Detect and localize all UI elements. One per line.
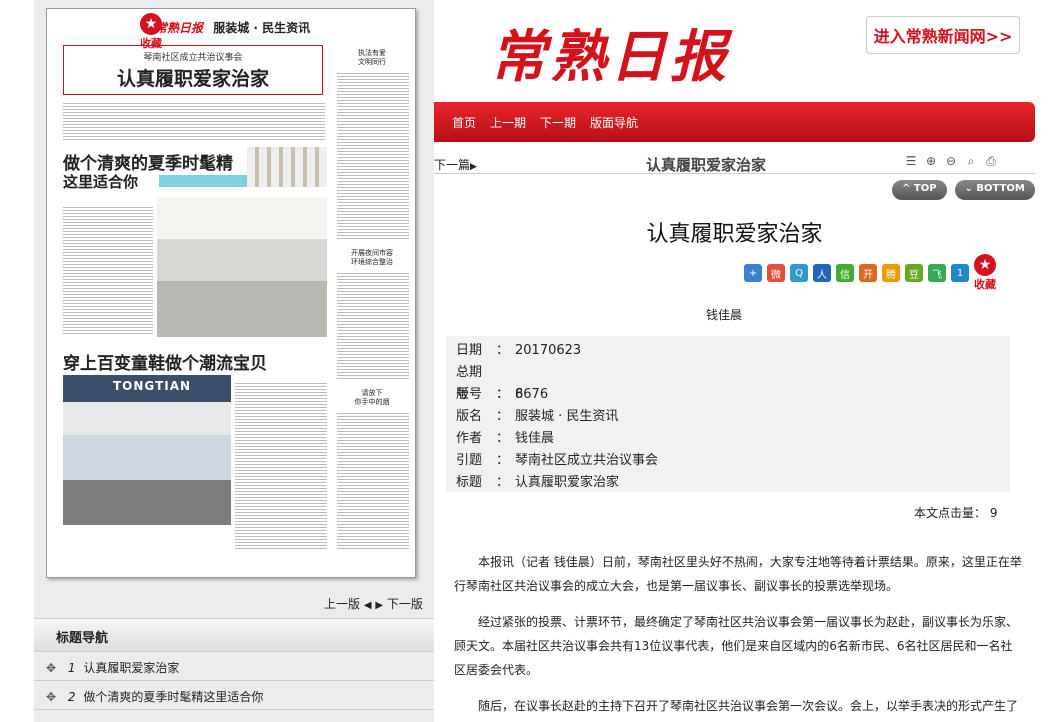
star-icon: ★ [974, 254, 996, 276]
favorite-label: 收藏 [974, 278, 996, 291]
qzone-icon[interactable]: Q [790, 264, 808, 282]
prev-arrow-icon[interactable]: ◀ [364, 600, 372, 611]
wechat-icon[interactable]: 信 [836, 264, 854, 282]
toc-item-num: 2 [67, 690, 76, 704]
zoom-in-icon[interactable]: ⊕ [924, 154, 938, 168]
meta-row: 版名：服装城 · 民生资讯 [456, 409, 619, 424]
tencent-icon[interactable]: 腾 [882, 264, 900, 282]
douban-icon[interactable]: 豆 [905, 264, 923, 282]
weibo-icon[interactable]: 微 [767, 264, 785, 282]
toc-item[interactable]: ✥ 1 认真履职爱家治家 [34, 652, 434, 681]
toc-item[interactable]: ✥ 2 做个清爽的夏季时髦精这里适合你 [34, 681, 434, 710]
side-text-block-2 [337, 271, 409, 381]
article-paragraph: 随后，在议事长赵赴的主持下召开了琴南社区共治议事会第一次会议。会上，以举手表决的… [478, 699, 1019, 713]
diamond-icon: ✥ [46, 661, 57, 675]
shoe-store-photo [63, 375, 231, 525]
share-bar: + 微 Q 人 信 开 腾 豆 飞 1 [744, 264, 969, 282]
headline-box[interactable]: 琴南社区成立共治议事会 认真履职爱家治家 [63, 45, 323, 95]
toc-item-title[interactable]: 做个清爽的夏季时髦精这里适合你 [83, 690, 263, 704]
article-title: 认真履职爱家治家 [646, 222, 823, 247]
side-title-2: 开展夜间市容 环境综合整治 [351, 249, 393, 266]
bottom-button[interactable]: ⌄ BOTTOM [954, 180, 1035, 200]
diamond-icon: ✥ [46, 690, 57, 704]
section-title-2[interactable]: 穿上百变童鞋做个潮流宝贝 [63, 349, 267, 374]
nav-home[interactable]: 首页 [452, 114, 476, 131]
section-text-1 [63, 205, 153, 335]
print-icon[interactable]: ⎙ [984, 154, 998, 168]
toc-item-num: 1 [67, 661, 76, 675]
title-navigation: 标题导航 ✥ 1 认真履职爱家治家 ✥ 2 做个清爽的夏季时髦精这里适合你 [34, 618, 434, 710]
side-text-block-1 [337, 71, 409, 241]
top-button[interactable]: ^ TOP [892, 180, 947, 200]
meta-row: 总期号： 8676 [456, 365, 549, 402]
brand-logo[interactable]: 常熟日报 [490, 12, 730, 93]
store-photo [157, 197, 327, 337]
search-icon[interactable]: ⌕ [964, 154, 978, 168]
kaixin-icon[interactable]: 开 [859, 264, 877, 282]
nav-next-issue[interactable]: 下一期 [540, 114, 576, 131]
meta-row: 引题：琴南社区成立共治议事会 [456, 453, 659, 468]
article-author: 钱佳晨 [706, 308, 743, 322]
toc-item-title[interactable]: 认真履职爱家治家 [83, 661, 179, 675]
site-header: 常熟日报 进入常熟新闻网>> [434, 0, 1035, 102]
left-panel: ★ 收藏 常熟日报 服装城 · 民生资讯 琴南社区成立共治议事会 认真履职爱家治… [34, 0, 434, 722]
toc-header: 标题导航 [34, 618, 434, 652]
enter-news-site-button[interactable]: 进入常熟新闻网>> [866, 16, 1020, 54]
article-toolbar: 下一篇▶ 认真履职爱家治家 ☰ ⊕ ⊖ ⌕ ⎙ [434, 152, 1035, 174]
scroll-buttons: ^ TOP ⌄ BOTTOM [892, 180, 1035, 200]
article-meta: 日期： 20170623 总期号： 8676 版号： 6 版名：服装城 · 民生资讯 … [446, 336, 1010, 492]
masthead-logo: 常熟日报 [155, 21, 204, 35]
prev-page-link[interactable]: 上一版 [324, 597, 360, 611]
headline-main: 认真履职爱家治家 [116, 68, 269, 90]
newspaper-page-thumbnail[interactable]: ★ 收藏 常熟日报 服装城 · 民生资讯 琴南社区成立共治议事会 认真履职爱家治… [46, 8, 416, 578]
article-paragraph: 本报讯（记者 钱佳晨）日前，琴南社区里头好不热闹，大家专注地等待着计票结果。原来… [454, 555, 1022, 593]
caret-right-icon: ▶ [470, 162, 477, 172]
next-article-link[interactable]: 下一篇▶ [434, 156, 477, 173]
article-favorite-badge[interactable]: ★ 收藏 [974, 254, 996, 292]
meta-row: 日期： 20170623 [456, 343, 582, 358]
meta-row: 标题：认真履职爱家治家 [456, 475, 620, 490]
side-title-3: 请放下 你手中的烟 [354, 389, 390, 406]
next-arrow-icon[interactable]: ▶ [375, 600, 383, 611]
next-page-link[interactable]: 下一版 [387, 597, 423, 611]
article-body: 本报讯（记者 钱佳晨）日前，琴南社区里头好不热闹，大家专注地等待着计票结果。原来… [454, 550, 1024, 722]
list-icon[interactable]: ☰ [904, 154, 918, 168]
masthead-section: 服装城 · 民生资讯 [213, 21, 311, 35]
nav-links: 首页 上一期 下一期 版面导航 [452, 114, 638, 131]
toolbar-title: 认真履职爱家治家 [646, 156, 767, 174]
zoom-out-icon[interactable]: ⊖ [944, 154, 958, 168]
section-sub-1: 这里适合你 [63, 173, 139, 191]
headline-pre: 琴南社区成立共治议事会 [143, 53, 243, 63]
meta-row: 作者：钱佳晨 [456, 431, 555, 446]
feixin-icon[interactable]: 飞 [928, 264, 946, 282]
article-text-block [63, 101, 325, 141]
page-navigation: 上一版 ◀ ▶ 下一版 [324, 595, 423, 612]
side-text-block-3 [337, 411, 409, 551]
photo-brand-text: TONGTIAN [113, 379, 192, 393]
section-text-2 [235, 381, 327, 551]
illustration-figures [247, 147, 327, 187]
side-title-1: 执法有爱 文明同行 [358, 49, 386, 66]
nav-prev-issue[interactable]: 上一期 [490, 114, 526, 131]
one-icon[interactable]: 1 [951, 264, 969, 282]
click-count: 本文点击量： 9 [914, 506, 998, 520]
nav-page-guide[interactable]: 版面导航 [590, 114, 638, 131]
newspaper-masthead: 常熟日报 服装城 · 民生资讯 [155, 19, 310, 36]
renren-icon[interactable]: 人 [813, 264, 831, 282]
article-paragraph: 经过紧张的投票、计票环节，最终确定了琴南社区共治议事会第一届议事长为赵赴，副议事… [454, 615, 1019, 677]
main-navbar: 首页 上一期 下一期 版面导航 [434, 102, 1035, 142]
article-panel: 下一篇▶ 认真履职爱家治家 ☰ ⊕ ⊖ ⌕ ⎙ ^ TOP ⌄ BOTTOM 认… [434, 142, 1035, 722]
share-plus-icon[interactable]: + [744, 264, 762, 282]
toolbar-tools: ☰ ⊕ ⊖ ⌕ ⎙ [904, 154, 998, 168]
